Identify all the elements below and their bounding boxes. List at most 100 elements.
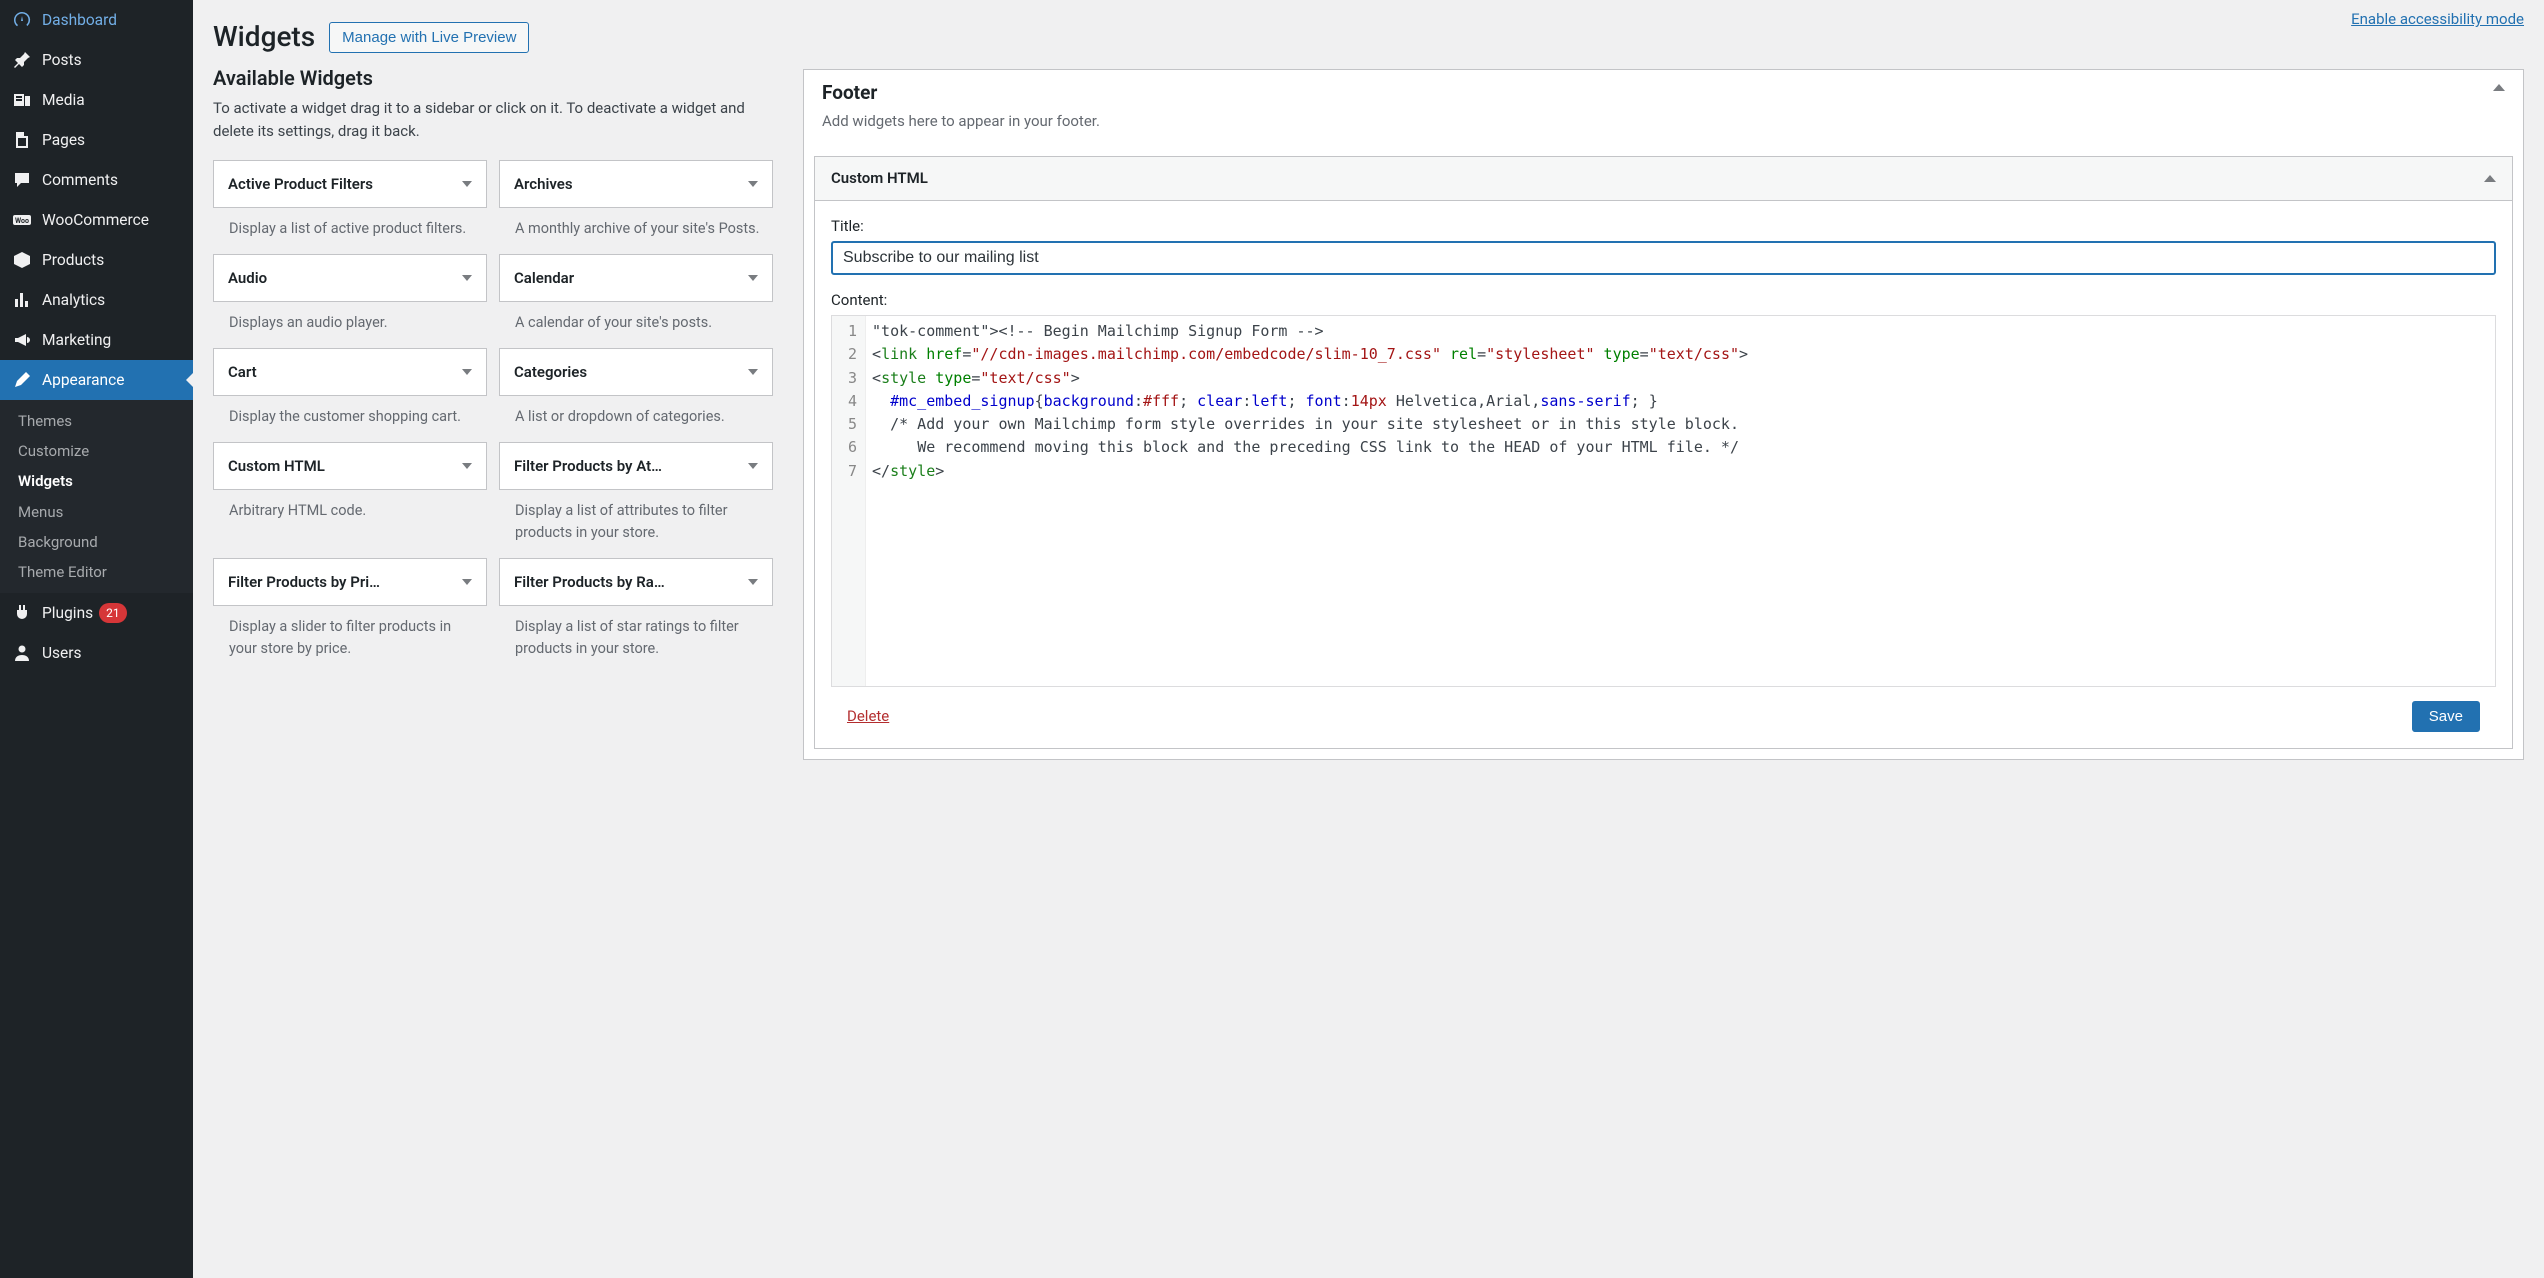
widget-name: Audio	[228, 269, 267, 287]
widget-box[interactable]: Filter Products by At…	[499, 442, 773, 490]
nav-item-woocommerce[interactable]: Woo WooCommerce	[0, 200, 193, 240]
available-widget: Active Product Filters Display a list of …	[213, 160, 487, 240]
update-badge: 21	[99, 603, 127, 623]
nav-item-label: Comments	[42, 171, 118, 189]
media-icon	[12, 90, 32, 110]
nav-item-label: Media	[42, 91, 85, 109]
submenu-item-widgets[interactable]: Widgets	[0, 466, 193, 496]
widget-box[interactable]: Categories	[499, 348, 773, 396]
nav-item-media[interactable]: Media	[0, 80, 193, 120]
available-widgets-title: Available Widgets	[213, 69, 773, 87]
nav-item-comments[interactable]: Comments	[0, 160, 193, 200]
users-icon	[12, 643, 32, 663]
nav-item-label: Products	[42, 251, 104, 269]
widget-box[interactable]: Archives	[499, 160, 773, 208]
chevron-down-icon	[462, 369, 472, 375]
content-code-editor[interactable]: 1234567 "tok-comment"><!-- Begin Mailchi…	[831, 315, 2496, 687]
appearance-icon	[12, 370, 32, 390]
products-icon	[12, 250, 32, 270]
widget-instance-name: Custom HTML	[831, 169, 928, 187]
footer-area-desc: Add widgets here to appear in your foote…	[804, 112, 2523, 146]
nav-item-dashboard[interactable]: Dashboard	[0, 0, 193, 40]
footer-area-header[interactable]: Footer	[804, 70, 2523, 112]
widget-desc: Display a list of active product filters…	[213, 208, 487, 240]
widget-desc: Display a list of attributes to filter p…	[499, 490, 773, 544]
comment-icon	[12, 170, 32, 190]
chevron-down-icon	[462, 181, 472, 187]
widget-box[interactable]: Filter Products by Ra…	[499, 558, 773, 606]
widget-instance-header[interactable]: Custom HTML	[815, 157, 2512, 200]
nav-item-products[interactable]: Products	[0, 240, 193, 280]
nav-item-plugins[interactable]: Plugins 21	[0, 593, 193, 633]
plugins-icon	[12, 603, 32, 623]
widget-name: Cart	[228, 363, 257, 381]
widget-name: Filter Products by Ra…	[514, 573, 665, 591]
save-widget-button[interactable]: Save	[2412, 701, 2480, 732]
widget-desc: A calendar of your site's posts.	[499, 302, 773, 334]
page-title: Widgets	[213, 28, 315, 46]
nav-item-label: Appearance	[42, 371, 124, 389]
nav-item-users[interactable]: Users	[0, 633, 193, 673]
widget-box[interactable]: Custom HTML	[213, 442, 487, 490]
page-title-row: Widgets Manage with Live Preview	[213, 22, 2524, 53]
nav-item-label: Dashboard	[42, 11, 117, 29]
accessibility-mode-link[interactable]: Enable accessibility mode	[2351, 10, 2524, 28]
chevron-down-icon	[748, 579, 758, 585]
nav-item-label: Plugins	[42, 604, 93, 622]
widget-name: Filter Products by Pri…	[228, 573, 380, 591]
widget-desc: A list or dropdown of categories.	[499, 396, 773, 428]
chevron-down-icon	[462, 275, 472, 281]
appearance-submenu: ThemesCustomizeWidgetsMenusBackgroundThe…	[0, 400, 193, 593]
available-widget: ArchivesA monthly archive of your site's…	[499, 160, 773, 240]
available-widget: Custom HTML Arbitrary HTML code.	[213, 442, 487, 544]
widget-name: Custom HTML	[228, 457, 325, 475]
widget-name: Categories	[514, 363, 587, 381]
submenu-item-theme-editor[interactable]: Theme Editor	[0, 557, 193, 587]
footer-area-title: Footer	[822, 84, 877, 102]
nav-item-posts[interactable]: Posts	[0, 40, 193, 80]
footer-area-panel: Footer Add widgets here to appear in you…	[803, 69, 2524, 760]
submenu-item-background[interactable]: Background	[0, 527, 193, 557]
nav-item-marketing[interactable]: Marketing	[0, 320, 193, 360]
available-widget: Categories A list or dropdown of categori…	[499, 348, 773, 428]
content-field-label: Content:	[831, 291, 2496, 309]
nav-item-label: Marketing	[42, 331, 111, 349]
chevron-down-icon	[462, 463, 472, 469]
chevron-down-icon	[748, 275, 758, 281]
nav-item-pages[interactable]: Pages	[0, 120, 193, 160]
widget-name: Filter Products by At…	[514, 457, 662, 475]
submenu-item-themes[interactable]: Themes	[0, 406, 193, 436]
widget-box[interactable]: Calendar	[499, 254, 773, 302]
title-input[interactable]	[831, 241, 2496, 275]
widget-name: Calendar	[514, 269, 574, 287]
widget-desc: Display a slider to filter products in y…	[213, 606, 487, 660]
widget-box[interactable]: Audio	[213, 254, 487, 302]
page-icon	[12, 130, 32, 150]
widget-box[interactable]: Cart	[213, 348, 487, 396]
woo-icon: Woo	[12, 210, 32, 230]
widget-desc: Displays an audio player.	[213, 302, 487, 334]
nav-item-appearance[interactable]: Appearance	[0, 360, 193, 400]
collapse-icon	[2493, 84, 2505, 91]
delete-widget-link[interactable]: Delete	[847, 707, 889, 725]
submenu-item-customize[interactable]: Customize	[0, 436, 193, 466]
available-widget: Audio Displays an audio player.	[213, 254, 487, 334]
chevron-down-icon	[748, 181, 758, 187]
nav-item-analytics[interactable]: Analytics	[0, 280, 193, 320]
chevron-down-icon	[748, 369, 758, 375]
available-widget: Filter Products by Pri… Display a slider …	[213, 558, 487, 660]
widget-desc: Arbitrary HTML code.	[213, 490, 487, 522]
main-content: Enable accessibility mode Widgets Manage…	[193, 0, 2544, 1278]
submenu-item-menus[interactable]: Menus	[0, 497, 193, 527]
nav-item-label: WooCommerce	[42, 211, 149, 229]
widget-name: Active Product Filters	[228, 175, 373, 193]
widget-desc: Display the customer shopping cart.	[213, 396, 487, 428]
widget-areas-column: Footer Add widgets here to appear in you…	[803, 69, 2524, 780]
pin-icon	[12, 50, 32, 70]
live-preview-button[interactable]: Manage with Live Preview	[329, 22, 529, 53]
widget-name: Archives	[514, 175, 573, 193]
title-field-label: Title:	[831, 217, 2496, 235]
widget-box[interactable]: Active Product Filters	[213, 160, 487, 208]
custom-html-widget-instance: Custom HTML Title: Content: 1234567 "tok…	[814, 156, 2513, 749]
widget-box[interactable]: Filter Products by Pri…	[213, 558, 487, 606]
